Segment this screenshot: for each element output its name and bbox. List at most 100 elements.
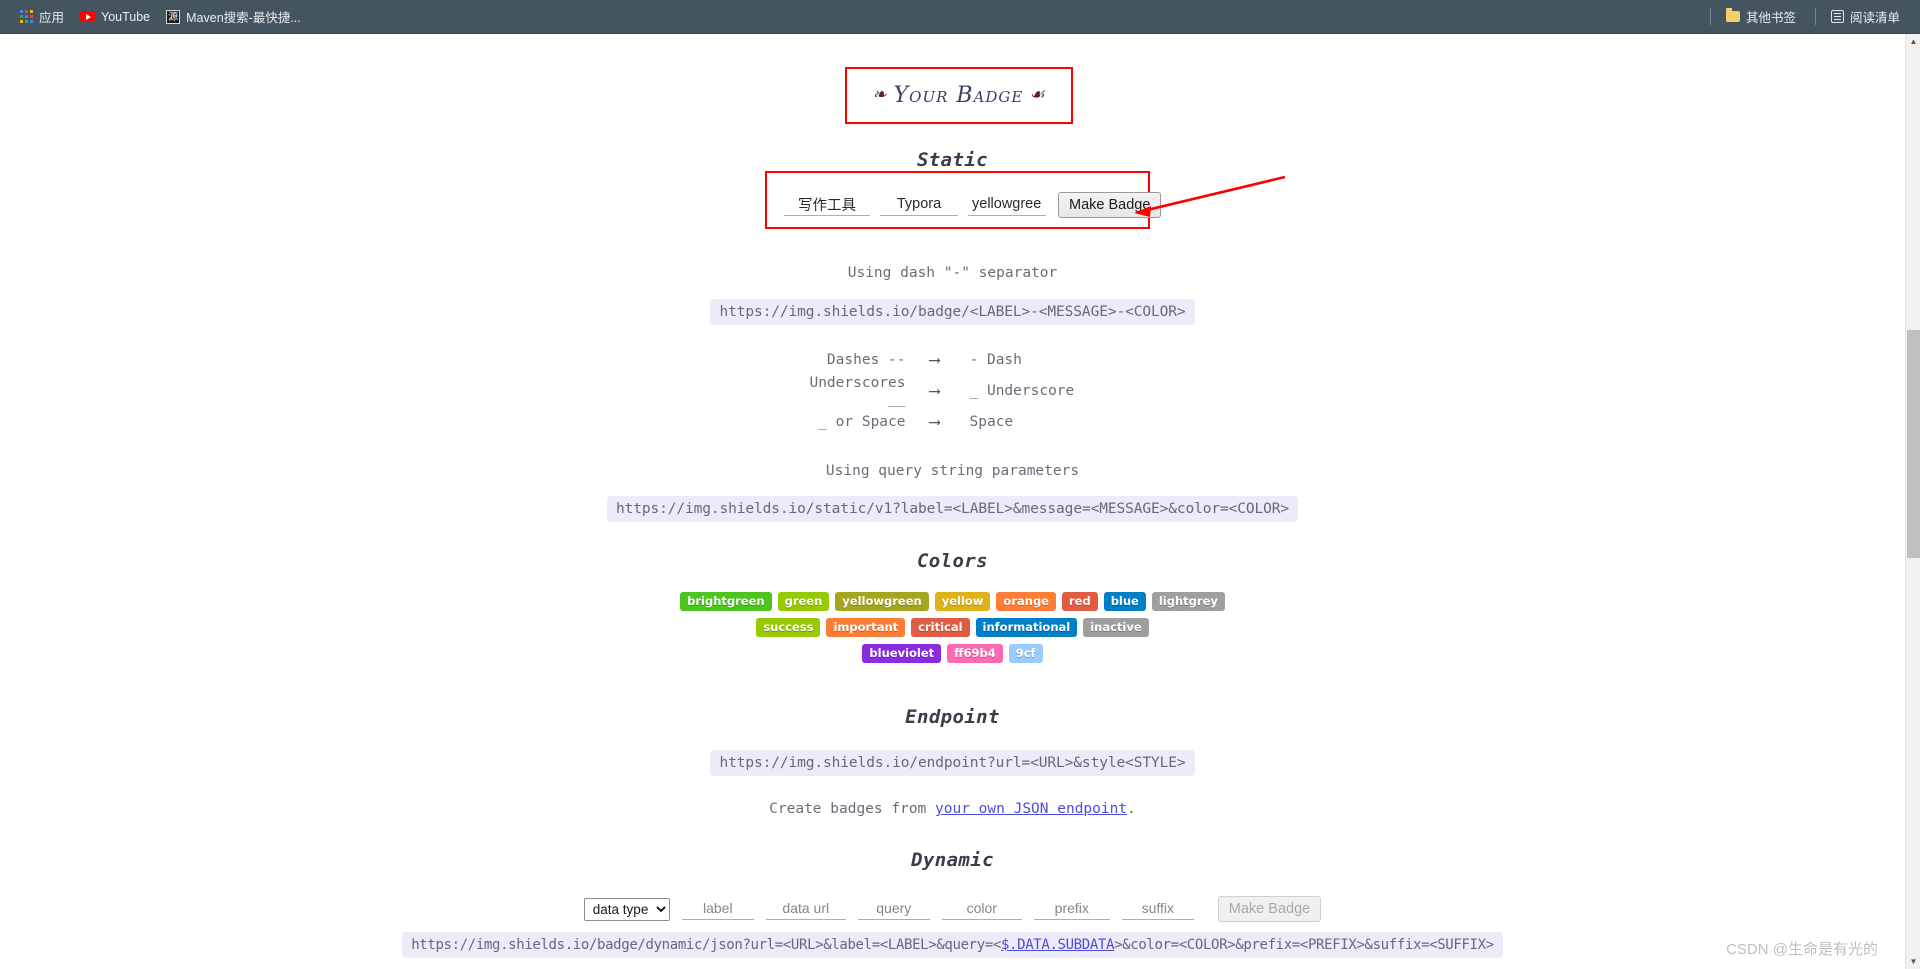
color-badge[interactable]: yellowgreen [835, 592, 929, 611]
color-badge[interactable]: blueviolet [862, 644, 942, 663]
bookmark-bar-right: 其他书签 阅读清单 [1701, 4, 1910, 29]
dynamic-url-list: https://img.shields.io/badge/dynamic/jso… [0, 932, 1905, 969]
query-url-row: https://img.shields.io/static/v1?label=<… [0, 496, 1905, 522]
bookmark-divider-2 [1814, 8, 1816, 25]
scroll-down-icon[interactable]: ▼ [1906, 954, 1920, 969]
flourish-right-icon: ☙ [1029, 85, 1046, 105]
flourish-left-icon: ❧ [872, 85, 888, 105]
static-message-input[interactable] [880, 194, 958, 216]
json-query-link[interactable]: $.DATA.SUBDATA [1001, 937, 1114, 953]
static-heading: Static [916, 149, 989, 171]
static-make-badge-button[interactable]: Make Badge [1058, 192, 1162, 218]
dynamic-badge-form: data type Make Badge [0, 896, 1905, 922]
color-badge[interactable]: important [826, 618, 906, 637]
bookmark-apps[interactable]: 应用 [14, 4, 74, 29]
endpoint-url-code: https://img.shields.io/endpoint?url=<URL… [710, 750, 1195, 776]
bookmark-divider-1 [1709, 8, 1711, 25]
color-badge[interactable]: success [756, 618, 821, 637]
dynamic-label-input[interactable] [681, 898, 754, 920]
mapping-left: _ or Space [818, 413, 906, 430]
dynamic-heading: Dynamic [911, 849, 994, 871]
arrow-right-icon: ⟶ [929, 412, 940, 431]
dynamic-json-url-code: https://img.shields.io/badge/dynamic/jso… [402, 932, 1503, 958]
separator-mapping-list: Dashes -- ⟶ - Dash Underscores __ ⟶ _ Un… [0, 344, 1905, 437]
badge-preview: ❧ Your Badge ☙ [866, 83, 1051, 108]
color-badge[interactable]: yellow [934, 592, 991, 611]
mapping-right: _ Underscore [969, 382, 1075, 399]
dynamic-suffix-input[interactable] [1121, 898, 1194, 920]
dash-url-row: https://img.shields.io/badge/<LABEL>-<ME… [0, 299, 1905, 325]
query-string-caption: Using query string parameters [825, 463, 1080, 479]
color-badge[interactable]: critical [911, 618, 970, 637]
page-root: 应用 YouTube 源 Maven搜索-最快捷... 其他书签 阅读清单 ❧ … [0, 0, 1920, 969]
mapping-row: _ or Space ⟶ Space [0, 406, 1905, 437]
reading-list-label: 阅读清单 [1849, 11, 1900, 25]
dash-separator-caption: Using dash "-" separator [847, 265, 1058, 281]
mapping-row: Dashes -- ⟶ - Dash [0, 344, 1905, 375]
bookmark-maven[interactable]: 源 Maven搜索-最快捷... [160, 4, 311, 29]
badge-preview-highlight-box: ❧ Your Badge ☙ [845, 67, 1073, 124]
color-badge[interactable]: informational [975, 618, 1078, 637]
page-scrollbar[interactable]: ▲ ▼ [1905, 34, 1920, 969]
arrow-right-icon: ⟶ [929, 381, 940, 400]
color-badge[interactable]: red [1061, 592, 1098, 611]
endpoint-note: Create badges from your own JSON endpoin… [0, 801, 1905, 817]
json-url-pre: https://img.shields.io/badge/dynamic/jso… [411, 937, 1001, 953]
dynamic-query-input[interactable] [857, 898, 930, 920]
bookmark-other-bookmarks[interactable]: 其他书签 [1720, 4, 1806, 29]
page-content: ❧Your Badge☙ Static Make Badge Using das… [0, 34, 1905, 969]
other-bookmarks-label: 其他书签 [1745, 11, 1796, 25]
reading-list-icon [1830, 10, 1844, 23]
scrollbar-thumb[interactable] [1907, 330, 1920, 558]
mapping-row: Underscores __ ⟶ _ Underscore [0, 374, 1905, 407]
mapping-right: Space [969, 413, 1014, 430]
color-badge[interactable]: 9cf [1008, 644, 1043, 663]
color-badge[interactable]: blue [1103, 592, 1146, 611]
maven-icon: 源 [166, 9, 181, 24]
color-badge-list: brightgreen green yellowgreen yellow ora… [0, 592, 1905, 670]
json-url-post: >&color=<COLOR>&prefix=<PREFIX>&suffix=<… [1114, 937, 1494, 953]
dynamic-prefix-input[interactable] [1033, 898, 1110, 920]
color-badge[interactable]: brightgreen [680, 592, 772, 611]
youtube-icon [80, 11, 96, 22]
color-badge[interactable]: ff69b4 [947, 644, 1003, 663]
static-badge-form: Make Badge [784, 192, 1162, 218]
scroll-up-icon[interactable]: ▲ [1906, 34, 1920, 49]
query-url-code: https://img.shields.io/static/v1?label=<… [606, 496, 1299, 522]
mapping-left: Underscores __ [809, 374, 906, 407]
bookmark-apps-label: 应用 [39, 11, 65, 25]
color-badge[interactable]: inactive [1083, 618, 1149, 637]
color-badge[interactable]: lightgrey [1151, 592, 1225, 611]
json-endpoint-link[interactable]: your own JSON endpoint [935, 801, 1127, 817]
color-badge-row-3: blueviolet ff69b4 9cf [0, 644, 1905, 663]
bookmark-youtube-label: YouTube [101, 9, 151, 24]
endpoint-note-suffix: . [1127, 801, 1136, 817]
bookmark-maven-label: Maven搜索-最快捷... [186, 11, 301, 25]
static-label-input[interactable] [784, 194, 870, 216]
color-badge-row-2: success important critical informational… [0, 618, 1905, 637]
folder-icon [1725, 8, 1740, 22]
badge-preview-text: Your Badge [893, 83, 1024, 108]
endpoint-url-row: https://img.shields.io/endpoint?url=<URL… [0, 750, 1905, 776]
dynamic-color-input[interactable] [941, 898, 1022, 920]
data-type-select[interactable]: data type [583, 897, 670, 921]
arrow-right-icon: ⟶ [929, 350, 940, 369]
color-badge-row-1: brightgreen green yellowgreen yellow ora… [0, 592, 1905, 611]
browser-bookmark-bar: 应用 YouTube 源 Maven搜索-最快捷... 其他书签 阅读清单 [0, 0, 1920, 34]
color-badge[interactable]: orange [996, 592, 1056, 611]
bookmark-bar-left: 应用 YouTube 源 Maven搜索-最快捷... [14, 4, 311, 29]
csdn-watermark: CSDN @生命是有光的 [1726, 941, 1878, 958]
bookmark-reading-list[interactable]: 阅读清单 [1825, 4, 1910, 29]
mapping-left: Dashes -- [826, 351, 906, 368]
colors-heading: Colors [916, 550, 989, 572]
mapping-right: - Dash [969, 351, 1022, 368]
endpoint-note-prefix: Create badges from [769, 801, 936, 817]
static-color-input[interactable] [968, 194, 1046, 216]
bookmark-youtube[interactable]: YouTube [74, 7, 160, 27]
dash-url-code: https://img.shields.io/badge/<LABEL>-<ME… [710, 299, 1195, 325]
dynamic-json-url-row: https://img.shields.io/badge/dynamic/jso… [0, 932, 1905, 958]
endpoint-heading: Endpoint [905, 706, 1000, 728]
dynamic-make-badge-button[interactable]: Make Badge [1217, 896, 1322, 922]
dynamic-data-url-input[interactable] [765, 898, 846, 920]
color-badge[interactable]: green [777, 592, 830, 611]
